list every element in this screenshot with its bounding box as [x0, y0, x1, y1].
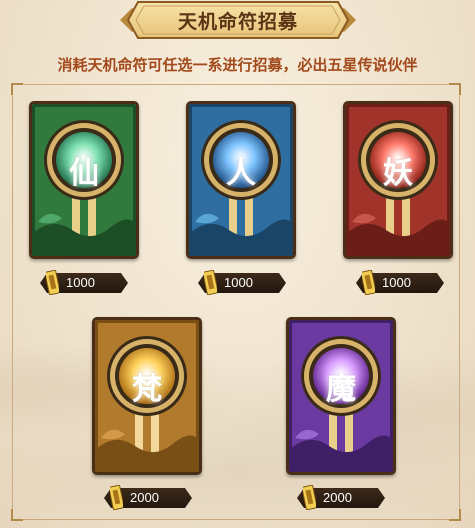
card-glyph: 人	[226, 156, 256, 191]
card-glyph: 妖	[383, 156, 413, 191]
talisman-icon	[110, 485, 123, 510]
cost-button-ren[interactable]: 1000	[198, 270, 286, 295]
title-banner: 天机命符招募	[120, 0, 356, 40]
recruit-card-mo[interactable]: 魔	[286, 317, 396, 475]
cost-amount: 1000	[382, 275, 411, 290]
recruit-card-yao[interactable]: 妖	[343, 101, 453, 259]
cost-button-mo[interactable]: 2000	[297, 485, 385, 510]
card-glyph: 梵	[132, 372, 162, 407]
frame-corner	[11, 509, 23, 521]
recruit-card-ren[interactable]: 人	[186, 101, 296, 259]
cost-amount: 2000	[323, 490, 352, 505]
page-title: 天机命符招募	[177, 11, 298, 33]
cost-amount: 1000	[66, 275, 95, 290]
talisman-icon	[46, 270, 59, 295]
card-glyph: 仙	[69, 156, 99, 191]
cost-amount: 2000	[130, 490, 159, 505]
cost-amount: 1000	[224, 275, 253, 290]
card-glyph: 魔	[326, 372, 356, 407]
frame-corner	[11, 83, 23, 95]
talisman-icon	[204, 270, 217, 295]
cost-button-yao[interactable]: 1000	[356, 270, 444, 295]
recruit-card-fan[interactable]: 梵	[92, 317, 202, 475]
talisman-icon	[303, 485, 316, 510]
recruit-card-xian[interactable]: 仙	[29, 101, 139, 259]
frame-corner	[449, 83, 461, 95]
recruit-description: 消耗天机命符可任选一系进行招募，必出五星传说伙伴	[57, 56, 418, 74]
cost-button-xian[interactable]: 1000	[40, 270, 128, 295]
talisman-icon	[362, 270, 375, 295]
cost-button-fan[interactable]: 2000	[104, 485, 192, 510]
frame-corner	[449, 509, 461, 521]
